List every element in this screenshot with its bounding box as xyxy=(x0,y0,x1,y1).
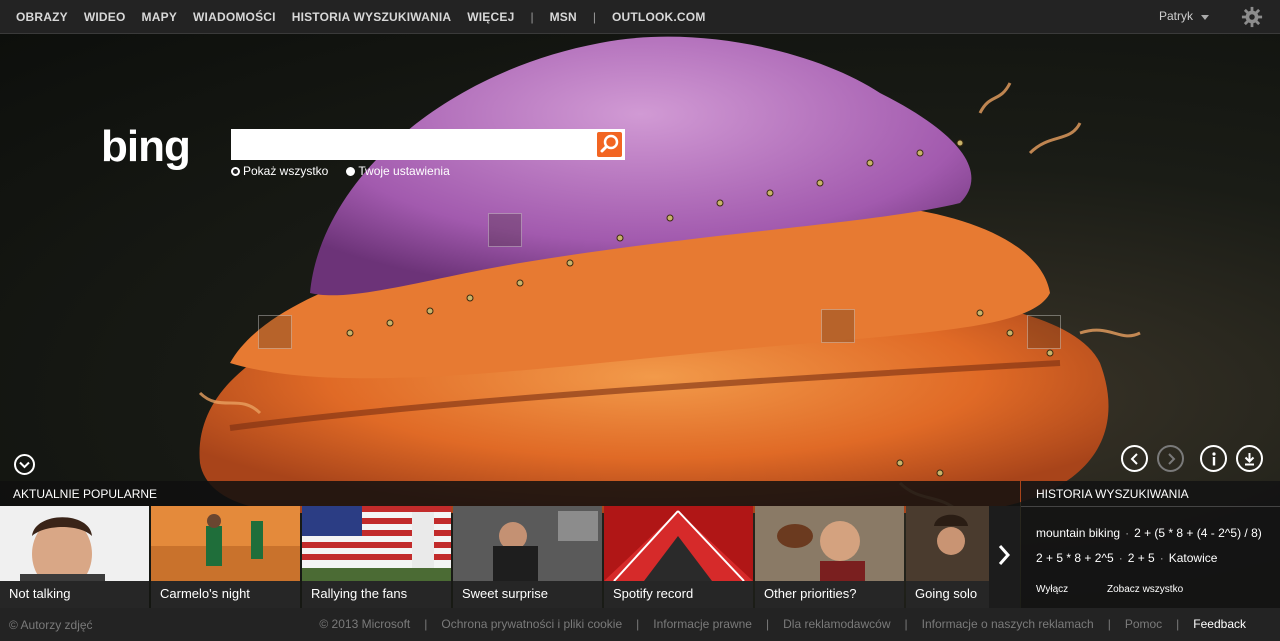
footer-separator: | xyxy=(636,617,640,631)
search-scope: Pokaż wszystko Twoje ustawienia xyxy=(231,164,468,178)
download-button[interactable] xyxy=(1236,445,1263,472)
footer-advertisers-link[interactable]: Dla reklamodawców xyxy=(776,617,897,631)
history-row: mountain biking · 2 + (5 * 8 + (4 - 2^5) /… xyxy=(1036,526,1262,540)
gear-icon[interactable] xyxy=(1241,6,1263,28)
radio-unselected-icon[interactable] xyxy=(346,166,356,176)
previous-image-button[interactable] xyxy=(1121,445,1148,472)
trending-header: AKTUALNIE POPULARNE xyxy=(0,481,1020,506)
tile-thumbnail xyxy=(0,506,149,581)
nav-search-history[interactable]: HISTORIA WYSZUKIWANIA xyxy=(284,10,460,24)
trending-tile[interactable]: Carmelo's night xyxy=(151,506,300,608)
info-icon xyxy=(1211,451,1216,465)
tile-thumbnail xyxy=(302,506,451,581)
radio-label: Twoje ustawienia xyxy=(358,164,450,178)
nav-more[interactable]: WIĘCEJ xyxy=(459,10,522,24)
footer-separator: | xyxy=(424,617,428,631)
nav-separator: | xyxy=(530,9,534,24)
footer-separator: | xyxy=(904,617,908,631)
trending-title: AKTUALNIE POPULARNE xyxy=(13,487,158,501)
footer-separator: | xyxy=(1107,617,1111,631)
history-item[interactable]: Katowice xyxy=(1169,551,1218,565)
nav-msn[interactable]: MSN xyxy=(542,10,585,24)
footer-legal-link[interactable]: Informacje prawne xyxy=(646,617,759,631)
history-item[interactable]: 2 + (5 * 8 + (4 - 2^5) / 8) xyxy=(1134,526,1262,540)
disable-history-link[interactable]: Wyłącz xyxy=(1036,584,1068,595)
trending-tile[interactable]: Not talking xyxy=(0,506,149,608)
image-info-button[interactable] xyxy=(1200,445,1227,472)
footer-separator: | xyxy=(1176,617,1180,631)
top-bar: OBRAZY WIDEO MAPY WIADOMOŚCI HISTORIA WY… xyxy=(0,0,1280,34)
trending-next-button[interactable] xyxy=(989,506,1020,608)
footer-separator: | xyxy=(765,617,770,631)
trending-tile[interactable]: Rallying the fans xyxy=(302,506,451,608)
tile-caption: Carmelo's night xyxy=(151,581,300,608)
history-bullet: · xyxy=(1118,551,1123,565)
history-bullet: · xyxy=(1125,526,1130,540)
tile-thumbnail xyxy=(604,506,753,581)
history-title: HISTORIA WYSZUKIWANIA xyxy=(1036,487,1189,501)
history-row: 2 + 5 * 8 + 2^5 · 2 + 5 · Katowice xyxy=(1036,551,1217,565)
search-button[interactable] xyxy=(596,129,625,160)
image-hotspot-4[interactable] xyxy=(1027,315,1061,349)
radio-selected-icon[interactable] xyxy=(231,166,240,176)
chevron-down-icon xyxy=(19,461,30,468)
history-item[interactable]: 2 + 5 xyxy=(1128,551,1155,565)
tile-caption: Rallying the fans xyxy=(302,581,451,608)
tile-caption: Not talking xyxy=(0,581,149,608)
image-hotspot-3[interactable] xyxy=(821,309,855,343)
search-history-panel: HISTORIA WYSZUKIWANIA mountain biking · 2 … xyxy=(1021,481,1280,608)
see-all-history-link[interactable]: Zobacz wszystko xyxy=(1107,584,1183,595)
photo-credit-link[interactable]: © Autorzy zdjęć xyxy=(9,618,93,632)
nav-outlook[interactable]: OUTLOOK.COM xyxy=(604,10,714,24)
next-image-button[interactable] xyxy=(1157,445,1184,472)
footer-about-ads-link[interactable]: Informacje o naszych reklamach xyxy=(915,617,1101,631)
trending-tile[interactable]: Spotify record xyxy=(604,506,753,608)
footer-links: © 2013 Microsoft | Ochrona prywatności i… xyxy=(312,617,1253,631)
nav-maps[interactable]: MAPY xyxy=(134,10,185,24)
tile-thumbnail xyxy=(151,506,300,581)
history-bullet: · xyxy=(1159,551,1164,565)
tile-thumbnail xyxy=(906,506,989,581)
footer-feedback-link[interactable]: Feedback xyxy=(1186,617,1253,631)
radio-label: Pokaż wszystko xyxy=(243,164,329,178)
trending-tile[interactable]: Other priorities? xyxy=(755,506,904,608)
tile-thumbnail xyxy=(453,506,602,581)
tile-caption: Spotify record xyxy=(604,581,753,608)
search-input[interactable] xyxy=(231,129,598,160)
tile-thumbnail xyxy=(755,506,904,581)
footer-copyright: © 2013 Microsoft xyxy=(319,617,411,631)
tile-caption: Other priorities? xyxy=(755,581,904,608)
chevron-left-icon xyxy=(1130,452,1138,465)
download-icon xyxy=(1244,452,1255,465)
footer: © Autorzy zdjęć © 2013 Microsoft | Ochro… xyxy=(0,608,1280,641)
radio-show-all[interactable]: Pokaż wszystko xyxy=(231,164,328,178)
history-item[interactable]: 2 + 5 * 8 + 2^5 xyxy=(1036,551,1114,565)
nav-separator: | xyxy=(592,9,596,24)
history-divider xyxy=(1021,506,1280,507)
image-hotspot-2[interactable] xyxy=(258,315,292,349)
chevron-right-icon xyxy=(998,545,1011,565)
caret-down-icon[interactable] xyxy=(1201,15,1209,20)
search-icon xyxy=(600,134,619,153)
nav-news[interactable]: WIADOMOŚCI xyxy=(185,10,284,24)
top-nav: OBRAZY WIDEO MAPY WIADOMOŚCI HISTORIA WY… xyxy=(8,0,714,33)
tile-caption: Sweet surprise xyxy=(453,581,602,608)
tile-caption: Going solo xyxy=(906,581,989,608)
radio-your-settings[interactable]: Twoje ustawienia xyxy=(346,164,450,178)
history-item[interactable]: mountain biking xyxy=(1036,526,1120,540)
image-hotspot-1[interactable] xyxy=(488,213,522,247)
footer-help-link[interactable]: Pomoc xyxy=(1118,617,1169,631)
trending-tiles: Not talking Carmelo's night Rallying the… xyxy=(0,506,1020,608)
nav-images[interactable]: OBRAZY xyxy=(8,10,76,24)
nav-videos[interactable]: WIDEO xyxy=(76,10,134,24)
collapse-button[interactable] xyxy=(14,454,35,475)
trending-tile[interactable]: Sweet surprise xyxy=(453,506,602,608)
bing-logo: bing xyxy=(101,122,191,171)
footer-privacy-link[interactable]: Ochrona prywatności i pliki cookie xyxy=(434,617,629,631)
trending-tile[interactable]: Going solo xyxy=(906,506,989,608)
chevron-right-icon xyxy=(1167,452,1175,465)
user-name[interactable]: Patryk xyxy=(1159,9,1193,23)
